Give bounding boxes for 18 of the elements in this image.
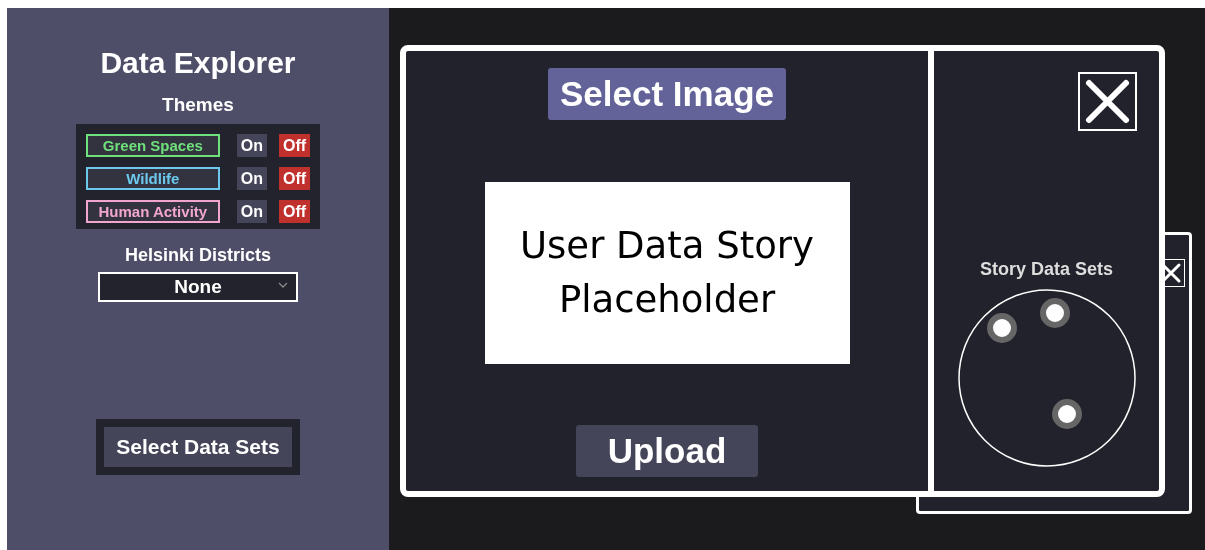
theme-label: Human Activity	[85, 200, 220, 223]
districts-heading: Helsinki Districts	[124, 245, 272, 266]
districts-dropdown[interactable]: None	[98, 272, 298, 302]
on-button[interactable]: On	[236, 134, 268, 157]
themes-heading: Themes	[162, 94, 234, 116]
data-sets-heading: Story Data Sets	[979, 259, 1114, 280]
theme-label: Wildlife	[85, 167, 220, 190]
off-button[interactable]: Off	[279, 167, 311, 190]
placeholder-text: User Data Story Placeholder	[484, 182, 850, 364]
select-image-button[interactable]: Select Image	[548, 68, 786, 120]
off-button[interactable]: Off	[279, 200, 311, 223]
select-data-sets-button[interactable]: Select Data Sets	[96, 419, 300, 475]
upload-button[interactable]: Upload	[576, 425, 758, 477]
on-button[interactable]: On	[236, 167, 268, 190]
off-button[interactable]: Off	[279, 134, 311, 157]
on-button[interactable]: On	[236, 200, 268, 223]
theme-label: Green Spaces	[85, 134, 220, 157]
panel-title: Data Explorer	[100, 46, 296, 80]
